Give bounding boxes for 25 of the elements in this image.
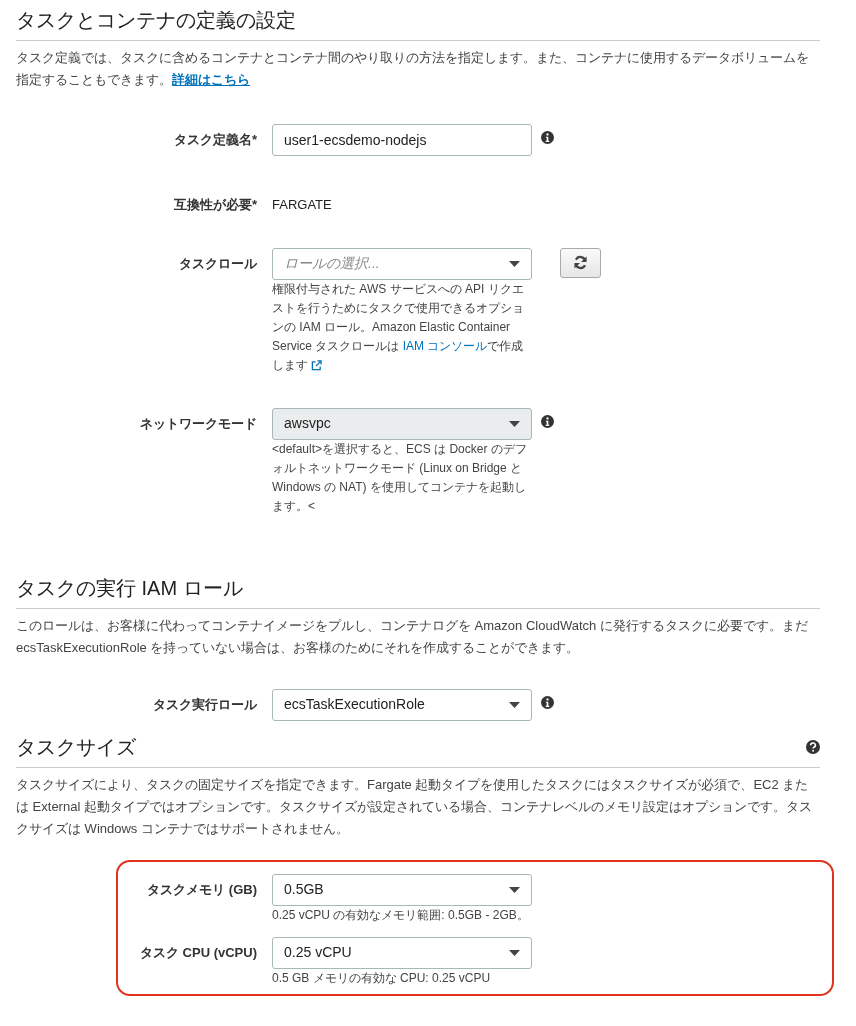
console-link[interactable]: IAM コンソール xyxy=(402,338,488,353)
help-text: 0.5 GB メモリの有効な CPU: 0.25 vCPU xyxy=(272,969,492,987)
help-text: 権限付与された AWS サービスへの API リクエストを行うためにタスクで使用できるオプションの IAM ロール。Amazon Elastic Container Service タスクロールは IAM コンソールで作成します xyxy=(272,280,525,374)
field-label: タスクメモリ (GB) xyxy=(146,880,258,899)
learn-more-link[interactable]: 詳細はこちら xyxy=(172,72,250,87)
section-title: タスクの実行 IAM ロール xyxy=(16,575,243,600)
text-input[interactable]: user1-ecsdemo-nodejs xyxy=(272,124,532,156)
section-description: タスクサイズにより、タスクの固定サイズを指定できます。Fargate 起動タイプを使用したタスクにはタスクサイズが必須で、EC2 または External 起動タイプではオプションです。タスクサイズが設定されている場合、コンテナレベルのメモリ設定はオプションです。タスクサイズは Windows コンテナではサポートされません。 xyxy=(16,775,813,838)
field-label: ネットワークモード xyxy=(139,414,258,433)
section-title: タスクとコンテナの定義の設定 xyxy=(16,8,296,32)
section-description: このロールは、お客様に代わってコンテナイメージをプルし、コンテナログを Amazon CloudWatch に発行するタスクに必要です。まだ ecsTaskExecutionRole を持っていない場合は、お客様のためにそれを作成することができます。 xyxy=(16,616,809,657)
select-field[interactable]: ecsTaskExecutionRole xyxy=(272,688,532,721)
select-field[interactable]: 0.25 vCPU xyxy=(272,936,532,969)
section-description: タスク定義では、タスクに含めるコンテナとコンテナ間のやり取りの方法を指定します。また、コンテナに使用するデータボリュームを指定することもできます。詳細はこちら xyxy=(16,49,810,89)
field-label: 互換性が必要* xyxy=(172,196,258,214)
field-label: タスク CPU (vCPU) xyxy=(139,943,258,962)
select-field[interactable]: ロールの選択... xyxy=(272,247,532,280)
section-title: タスクサイズ xyxy=(16,734,136,759)
field-label: タスク定義名* xyxy=(172,131,258,149)
select-field[interactable]: 0.5GB xyxy=(272,873,532,906)
field-label: タスク実行ロール xyxy=(152,695,258,714)
field-label: タスクロール xyxy=(178,254,258,273)
field-value: FARGATE xyxy=(272,196,333,214)
help-text: <default>を選択すると、ECS は Docker のデフォルトネットワークモード (Linux on Bridge と Windows の NAT) を使用してコンテナを起動します。< xyxy=(272,440,528,515)
help-text: 0.25 vCPU の有効なメモリ範囲: 0.5GB - 2GB。 xyxy=(272,906,530,924)
